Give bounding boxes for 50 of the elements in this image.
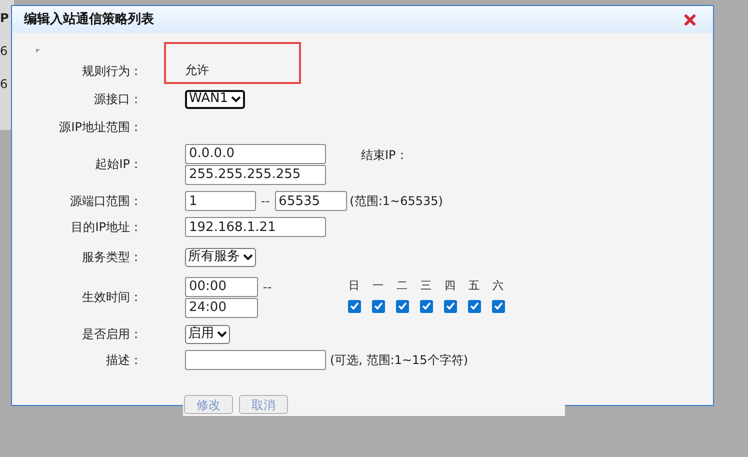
checkbox[interactable] (468, 300, 481, 312)
checkbox[interactable] (396, 300, 409, 312)
corner-mark-icon (36, 49, 40, 53)
checkbox[interactable] (492, 300, 505, 312)
field-label: 描述： (105, 352, 142, 369)
range-separator: -- (260, 193, 271, 210)
rule-action-value: 允许 (185, 62, 209, 79)
field-label: 源端口范围： (69, 193, 142, 210)
dropdown[interactable]: WAN1 (185, 90, 246, 108)
input-field[interactable]: 0.0.0.0 (185, 144, 326, 164)
checkbox[interactable] (420, 300, 433, 312)
input-field[interactable]: 192.168.1.21 (185, 217, 326, 237)
chevron-down-icon (217, 330, 227, 338)
input-field[interactable]: 24:00 (185, 298, 258, 318)
weekday-label: 一 (372, 278, 384, 292)
background-text: 6 (0, 77, 9, 91)
background-text: 6 (0, 44, 9, 58)
end-ip-label: 结束IP： (361, 146, 408, 164)
checkbox[interactable] (348, 300, 361, 312)
background-text: P (0, 11, 10, 25)
field-label: 源接口： (93, 91, 142, 108)
field-label: 规则行为： (81, 63, 142, 80)
field-label: 服务类型： (81, 249, 142, 266)
field-label: 源IP地址范围： (58, 119, 142, 136)
weekday-label: 日 (348, 278, 360, 292)
field-label: 目的IP地址： (70, 219, 142, 236)
weekday-label: 二 (396, 278, 408, 292)
input-field[interactable] (185, 350, 326, 370)
checkbox[interactable] (372, 300, 385, 312)
input-field[interactable]: 1 (185, 191, 256, 211)
field-hint: (可选, 范围:1~15个字符) (330, 352, 468, 369)
chevron-down-icon (231, 96, 242, 102)
range-hint: (范围:1~65535) (350, 193, 443, 210)
dropdown[interactable]: 启用 (185, 324, 230, 344)
weekday-label: 三 (420, 278, 432, 292)
field-label: 生效时间： (81, 289, 142, 306)
chevron-down-icon (243, 254, 253, 260)
weekday-label: 五 (468, 278, 480, 292)
input-field[interactable]: 00:00 (185, 276, 258, 296)
weekday-label: 四 (444, 278, 456, 292)
field-label: 起始IP： (94, 156, 142, 173)
dropdown[interactable]: 所有服务 (185, 248, 256, 266)
close-button[interactable] (683, 12, 697, 26)
input-field[interactable]: 255.255.255.255 (185, 164, 326, 184)
dialog-title: 编辑入站通信策略列表 (24, 10, 154, 29)
range-separator: -- (263, 278, 272, 296)
field-label: 是否启用： (81, 326, 142, 343)
input-field[interactable]: 65535 (274, 191, 347, 211)
checkbox[interactable] (444, 300, 457, 312)
weekday-label: 六 (492, 278, 504, 292)
